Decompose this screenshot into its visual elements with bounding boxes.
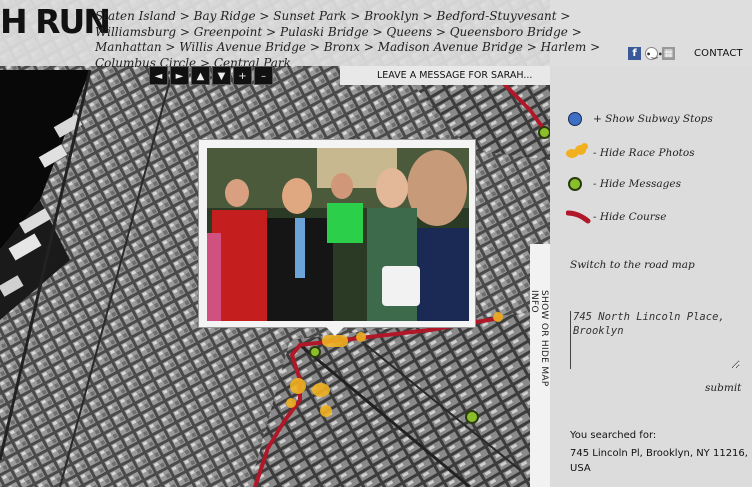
breadcrumb-item[interactable]: Willis Avenue Bridge	[179, 40, 306, 54]
pan-left-button[interactable]: ◄	[149, 66, 168, 85]
photo-marker[interactable]	[356, 332, 366, 342]
breadcrumb-separator: >	[176, 24, 194, 39]
breadcrumb-separator: >	[255, 9, 274, 23]
breadcrumb-separator: >	[432, 24, 450, 39]
reddit-icon[interactable]: •‿•	[645, 47, 663, 60]
popup-pointer	[326, 327, 344, 336]
breadcrumb-item[interactable]: Williamsburg	[95, 25, 176, 39]
race-photo-popup[interactable]	[198, 139, 476, 328]
breadcrumb-separator: >	[306, 40, 324, 55]
legend-hide-messages-label: - Hide Messages	[593, 178, 681, 190]
switch-road-map-link[interactable]: Switch to the road map	[570, 259, 695, 271]
breadcrumb-separator: >	[368, 24, 387, 39]
message-marker[interactable]	[538, 126, 550, 139]
searched-address-value: 745 Lincoln Pl, Brooklyn, NY 11216, USA	[570, 448, 748, 474]
breadcrumb-item[interactable]: Harlem	[541, 40, 587, 54]
photo-marker[interactable]	[320, 405, 332, 417]
photo-marker[interactable]	[312, 383, 330, 397]
race-photo	[207, 148, 469, 321]
map-info-toggle-label[interactable]: SHOW OR HIDE MAP INFO	[529, 290, 549, 410]
message-marker[interactable]	[465, 410, 479, 424]
breadcrumb-item[interactable]: Pulaski Bridge	[280, 25, 369, 39]
searched-for-label: You searched for:	[570, 430, 657, 441]
breadcrumb-item[interactable]: Sunset Park	[273, 9, 346, 23]
breadcrumb-item[interactable]: Bronx	[324, 40, 360, 54]
subway-stop-icon	[566, 109, 592, 129]
info-panel	[550, 66, 752, 487]
breadcrumb-separator: >	[556, 9, 571, 23]
message-icon	[566, 174, 592, 194]
photo-marker[interactable]	[493, 312, 503, 322]
pan-right-button[interactable]: ►	[170, 66, 189, 85]
pan-up-button[interactable]: ▲	[191, 66, 210, 85]
breadcrumb-item[interactable]: Bay Ridge	[194, 9, 256, 23]
legend-hide-photos[interactable]: - Hide Race Photos	[566, 143, 695, 163]
breadcrumb-item[interactable]: Queens	[386, 25, 432, 39]
route-breadcrumb: Staten Island > Bay Ridge > Sunset Park …	[95, 9, 605, 71]
breadcrumb-item[interactable]: Madison Avenue Bridge	[378, 40, 523, 54]
legend-hide-messages[interactable]: - Hide Messages	[566, 174, 681, 194]
contact-link[interactable]: CONTACT	[694, 48, 743, 59]
photo-marker[interactable]	[322, 335, 348, 347]
breadcrumb-separator: >	[418, 9, 437, 23]
facebook-icon[interactable]: f	[628, 47, 641, 60]
breadcrumb-separator: >	[360, 40, 378, 55]
leave-message-link[interactable]: LEAVE A MESSAGE FOR SARAH...	[340, 66, 550, 85]
header-bar: H RUN Staten Island > Bay Ridge > Sunset…	[0, 0, 752, 70]
legend-hide-course[interactable]: - Hide Course	[565, 207, 667, 227]
legend-hide-photos-label: - Hide Race Photos	[593, 147, 695, 159]
social-links: f •‿• ▦	[628, 47, 675, 60]
breadcrumb-separator: >	[522, 40, 541, 55]
legend-hide-course-label: - Hide Course	[593, 211, 667, 223]
breadcrumb-item[interactable]: Greenpoint	[194, 25, 263, 39]
breadcrumb-separator: >	[262, 24, 280, 39]
breadcrumb-item[interactable]: Staten Island	[95, 9, 176, 23]
breadcrumb-item[interactable]: Brooklyn	[364, 9, 419, 23]
breadcrumb-item[interactable]: Queensboro Bridge	[450, 25, 568, 39]
breadcrumb-item[interactable]: Manhattan	[95, 40, 162, 54]
breadcrumb-separator: >	[161, 40, 180, 55]
photo-marker[interactable]	[286, 398, 296, 408]
map-nav-controls: ◄ ► ▲ ▼ + –	[149, 66, 273, 85]
legend-show-subway[interactable]: + Show Subway Stops	[566, 109, 713, 129]
submit-button[interactable]: submit	[705, 382, 741, 394]
photo-marker[interactable]	[290, 378, 306, 394]
course-line-icon	[565, 207, 592, 227]
breadcrumb-separator: >	[567, 24, 582, 39]
zoom-out-button[interactable]: –	[254, 66, 273, 85]
race-photo-icon	[566, 143, 592, 163]
breadcrumb-item[interactable]: Bedford-Stuyvesant	[437, 9, 557, 23]
address-input[interactable]: 745 North Lincoln Place, Brooklyn	[570, 311, 740, 369]
message-marker[interactable]	[309, 346, 321, 358]
zoom-in-button[interactable]: +	[233, 66, 252, 85]
site-logo[interactable]: H RUN	[0, 2, 111, 41]
legend-show-subway-label: + Show Subway Stops	[593, 113, 713, 125]
breadcrumb-separator: >	[175, 9, 194, 23]
pan-down-button[interactable]: ▼	[212, 66, 231, 85]
breadcrumb-separator: >	[586, 40, 601, 55]
breadcrumb-separator: >	[346, 9, 365, 23]
delicious-icon[interactable]: ▦	[662, 47, 675, 60]
